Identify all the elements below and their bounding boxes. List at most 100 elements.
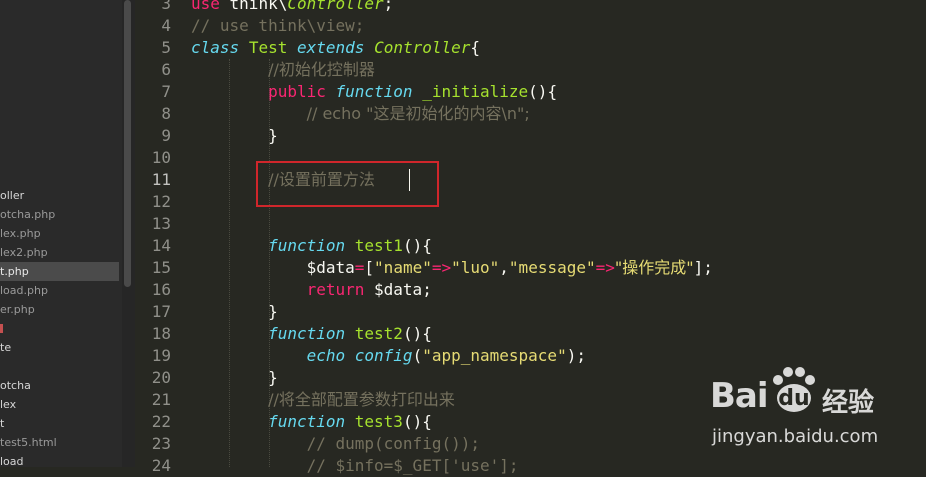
code-token: echo [306, 346, 346, 365]
code-line[interactable]: } [191, 301, 278, 323]
sidebar-file-item[interactable]: load.php [0, 281, 119, 300]
sidebar-file-item[interactable] [0, 357, 119, 376]
code-token: test3 [354, 412, 403, 431]
code-token: _initialize [422, 82, 529, 101]
code-line[interactable]: // use think\view; [191, 15, 364, 37]
watermark-url-text: jingyan.baidu.com [712, 426, 879, 447]
line-number: 22 [151, 412, 171, 431]
code-token: (){ [528, 82, 558, 101]
line-number-gutter: 3 4 5 6 7 8 9 10 11 12 13 14 15 16 17 18 19 20 21 22 23 24 [135, 0, 185, 475]
sidebar-file-item[interactable]: er.php [0, 300, 119, 319]
code-token: (){ [402, 412, 432, 431]
code-token: } [191, 302, 278, 321]
code-token: "操作完成" [614, 258, 694, 277]
sidebar-file-item[interactable]: otcha [0, 376, 119, 395]
code-line[interactable]: $data=["name"=>"luo","message"=>"操作完成"]; [191, 257, 713, 279]
sidebar-file-item[interactable]: oller [0, 186, 119, 205]
code-token: // $info=$_GET['use']; [306, 456, 519, 475]
sidebar-file-item[interactable]: lex2.php [0, 243, 119, 262]
line-number: 16 [151, 280, 171, 299]
line-number: 24 [151, 456, 171, 475]
code-token: return [306, 280, 365, 299]
line-number: 10 [151, 148, 171, 167]
sidebar-file-item[interactable]: otcha.php [0, 205, 119, 224]
sidebar-file-item[interactable]: lex.php [0, 224, 119, 243]
code-token: public [268, 82, 326, 101]
annotation-highlight-box [256, 161, 439, 207]
sidebar-file-item[interactable]: t.php [0, 262, 119, 281]
code-line[interactable]: use think\Controller; [191, 0, 393, 15]
code-line[interactable]: // $info=$_GET['use']; [191, 455, 519, 477]
code-token: => [595, 258, 615, 277]
code-line[interactable]: } [191, 125, 278, 147]
sidebar-scrollbar[interactable] [122, 0, 135, 467]
code-token: } [191, 368, 278, 387]
line-number: 3 [161, 0, 171, 13]
line-number: 19 [151, 346, 171, 365]
code-token: "luo" [451, 258, 500, 277]
code-token: class [191, 38, 240, 57]
line-number: 13 [151, 214, 171, 233]
sidebar-file-item[interactable]: load [0, 452, 119, 467]
code-token: $data [191, 258, 355, 277]
code-token: } [191, 126, 278, 145]
code-token: $data; [364, 280, 432, 299]
code-token: function [268, 412, 346, 431]
sidebar-file-item[interactable]: lex [0, 395, 119, 414]
code-line[interactable]: function test3(){ [191, 411, 432, 433]
code-line[interactable]: function test2(){ [191, 323, 432, 345]
code-token: (){ [402, 236, 432, 255]
code-token: = [354, 258, 365, 277]
code-line[interactable]: //将全部配置参数打印出来 [191, 389, 455, 411]
line-number: 8 [161, 104, 171, 123]
line-number: 15 [151, 258, 171, 277]
line-number: 9 [161, 126, 171, 145]
code-token: function [268, 324, 346, 343]
code-line[interactable]: class Test extends Controller{ [191, 37, 480, 59]
code-line[interactable]: } [191, 367, 278, 389]
code-token: [ [364, 258, 375, 277]
line-number: 18 [151, 324, 171, 343]
line-number: 17 [151, 302, 171, 321]
scrollbar-thumb[interactable] [124, 0, 131, 287]
line-number: 6 [161, 60, 171, 79]
sidebar-file-item[interactable]: te [0, 338, 119, 357]
code-line[interactable]: //初始化控制器 [191, 59, 375, 81]
code-line[interactable]: echo config("app_namespace"); [191, 345, 586, 367]
sidebar-marker [0, 324, 3, 333]
code-token: "name" [374, 258, 432, 277]
code-token: , [499, 258, 509, 277]
code-line[interactable]: // echo "这是初始化的内容\n"; [191, 103, 530, 125]
sidebar-file-item[interactable]: t [0, 414, 119, 433]
sidebar-file-item[interactable]: test5.html [0, 433, 119, 452]
code-line[interactable]: public function _initialize(){ [191, 81, 557, 103]
code-line[interactable]: function test1(){ [191, 235, 432, 257]
line-number: 11 [151, 170, 171, 189]
sidebar-file-item[interactable] [0, 319, 119, 338]
code-token: //初始化控制器 [268, 60, 375, 79]
code-token: // echo "这是初始化的内容\n"; [306, 104, 530, 123]
code-token: "app_namespace" [422, 346, 567, 365]
code-token: extends [296, 38, 365, 57]
code-token: test1 [354, 236, 403, 255]
code-line[interactable]: return $data; [191, 279, 432, 301]
line-number: 21 [151, 390, 171, 409]
code-token: config [354, 346, 413, 365]
code-token: "message" [508, 258, 596, 277]
watermark-logo-text: Bai [710, 376, 769, 416]
code-line[interactable]: // dump(config()); [191, 433, 480, 455]
code-token: // use think\view; [191, 16, 365, 35]
